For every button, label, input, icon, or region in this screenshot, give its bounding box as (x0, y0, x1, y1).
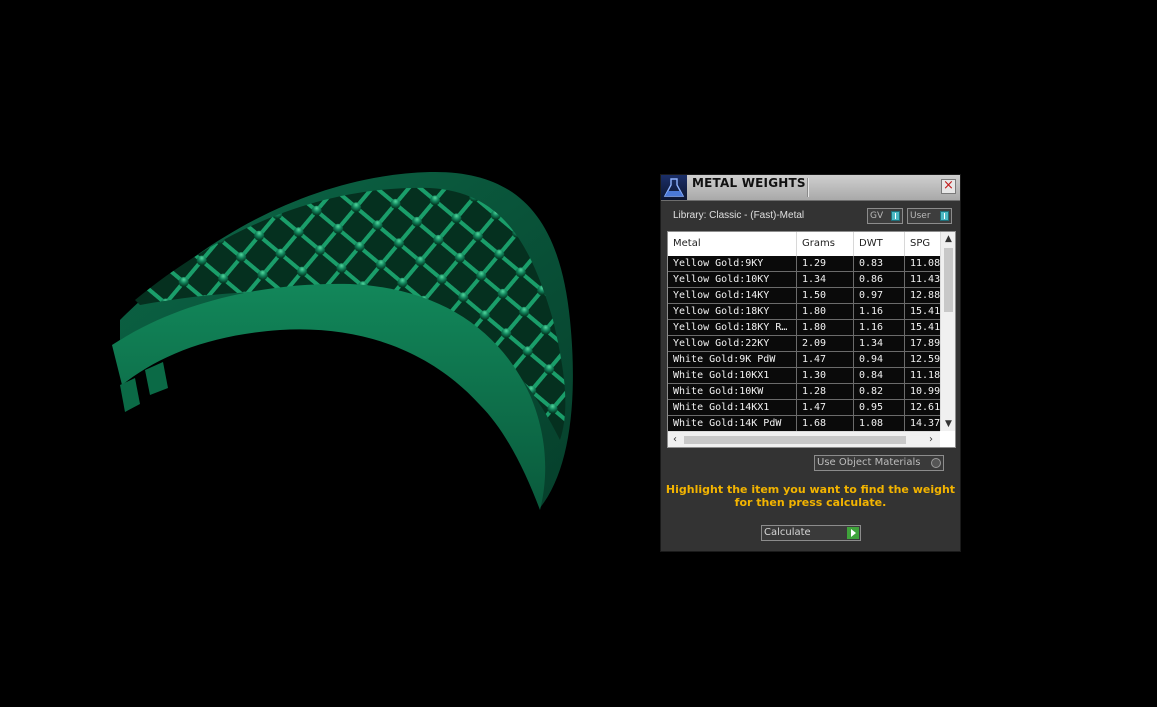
table-body: Yellow Gold:9KY 1.29 0.83 11.08 Yellow Gold… (668, 256, 940, 432)
cell-grams: 1.68 (797, 416, 854, 431)
cell-dwt: 0.95 (854, 400, 905, 415)
cell-grams: 1.47 (797, 400, 854, 415)
toggle-switch-icon (940, 211, 949, 221)
column-header-dwt[interactable]: DWT (854, 232, 905, 256)
table-row[interactable]: Yellow Gold:18KY R… 1.80 1.16 15.41 (668, 320, 940, 336)
cell-metal: Yellow Gold:10KY (668, 272, 797, 287)
3d-viewport[interactable] (0, 0, 1157, 707)
cell-dwt: 1.08 (854, 416, 905, 431)
cell-grams: 1.50 (797, 288, 854, 303)
table-row[interactable]: Yellow Gold:9KY 1.29 0.83 11.08 (668, 256, 940, 272)
cell-dwt: 1.16 (854, 304, 905, 319)
scroll-down-icon[interactable]: ▼ (941, 417, 955, 431)
metal-weights-panel: METAL WEIGHTS × Library: Classic - (Fast… (660, 174, 961, 552)
cell-grams: 1.30 (797, 368, 854, 383)
use-object-materials-option[interactable]: Use Object Materials (814, 455, 944, 471)
cell-metal: Yellow Gold:9KY (668, 256, 797, 271)
cell-dwt: 0.86 (854, 272, 905, 287)
cell-spg: 12.61 (910, 402, 940, 413)
cell-dwt: 1.34 (854, 336, 905, 351)
column-header-spg[interactable]: SPG (905, 232, 940, 256)
cell-grams: 1.80 (797, 320, 854, 335)
cell-metal: White Gold:14KX1 (668, 400, 797, 415)
cell-metal: White Gold:10KW (668, 384, 797, 399)
cell-metal: Yellow Gold:22KY (668, 336, 797, 351)
table-row[interactable]: White Gold:9K PdW 1.47 0.94 12.59 (668, 352, 940, 368)
cell-dwt: 0.94 (854, 352, 905, 367)
ring-model[interactable] (0, 0, 1157, 707)
table-header: Metal Grams DWT SPG (668, 232, 940, 256)
scroll-up-icon[interactable]: ▲ (941, 232, 955, 246)
table-row[interactable]: Yellow Gold:18KY 1.80 1.16 15.41 (668, 304, 940, 320)
horizontal-scroll-thumb[interactable] (684, 436, 906, 444)
panel-title: METAL WEIGHTS (692, 176, 806, 190)
cell-spg: 12.88 (910, 290, 940, 301)
library-label: Library: Classic - (Fast)-Metal (673, 210, 805, 221)
cell-grams: 2.09 (797, 336, 854, 351)
user-toggle[interactable]: User (907, 208, 952, 224)
gv-toggle[interactable]: GV (867, 208, 903, 224)
cell-grams: 1.34 (797, 272, 854, 287)
table-row[interactable]: Yellow Gold:22KY 2.09 1.34 17.89 (668, 336, 940, 352)
table-row[interactable]: White Gold:10KW 1.28 0.82 10.99 (668, 384, 940, 400)
cell-metal: White Gold:9K PdW (668, 352, 797, 367)
play-arrow-icon (847, 527, 859, 539)
gv-toggle-label: GV (870, 211, 884, 221)
metal-table[interactable]: Metal Grams DWT SPG Yellow Gold:9KY 1.29 0… (667, 231, 956, 448)
cell-metal: Yellow Gold:18KY (668, 304, 797, 319)
cell-grams: 1.80 (797, 304, 854, 319)
scroll-right-icon[interactable]: › (924, 432, 938, 447)
close-icon[interactable]: × (941, 179, 956, 194)
cell-grams: 1.29 (797, 256, 854, 271)
toggle-switch-icon (891, 211, 900, 221)
scroll-left-icon[interactable]: ‹ (668, 432, 682, 447)
flask-logo-icon (661, 175, 687, 200)
cell-dwt: 0.84 (854, 368, 905, 383)
cell-dwt: 0.97 (854, 288, 905, 303)
calculate-label: Calculate (764, 527, 811, 538)
table-row[interactable]: Yellow Gold:10KY 1.34 0.86 11.43 (668, 272, 940, 288)
cell-spg: 11.43 (910, 274, 940, 285)
cell-dwt: 1.16 (854, 320, 905, 335)
table-row[interactable]: White Gold:14KX1 1.47 0.95 12.61 (668, 400, 940, 416)
column-header-grams[interactable]: Grams (797, 232, 854, 256)
title-divider (807, 178, 809, 197)
horizontal-scrollbar[interactable]: ‹ › (668, 431, 940, 447)
radio-icon (931, 458, 941, 468)
cell-spg: 14.37 (910, 418, 940, 429)
cell-spg: 15.41 (910, 322, 940, 333)
user-toggle-label: User (910, 211, 931, 221)
vertical-scrollbar[interactable]: ▲ ▼ (940, 232, 955, 431)
table-row[interactable]: Yellow Gold:14KY 1.50 0.97 12.88 (668, 288, 940, 304)
cell-metal: White Gold:10KX1 (668, 368, 797, 383)
instruction-line-2: for then press calculate. (734, 496, 887, 509)
calculate-button[interactable]: Calculate (761, 525, 861, 541)
cell-metal: Yellow Gold:18KY R… (668, 320, 797, 335)
vertical-scroll-thumb[interactable] (944, 248, 953, 312)
panel-titlebar[interactable]: METAL WEIGHTS × (661, 175, 960, 201)
instruction-text: Highlight the item you want to find the … (661, 483, 960, 509)
cell-spg: 10.99 (910, 386, 940, 397)
use-object-materials-label: Use Object Materials (817, 457, 921, 468)
cell-spg: 11.18 (910, 370, 940, 381)
table-row[interactable]: White Gold:10KX1 1.30 0.84 11.18 (668, 368, 940, 384)
cell-metal: Yellow Gold:14KY (668, 288, 797, 303)
cell-grams: 1.28 (797, 384, 854, 399)
cell-spg: 15.41 (910, 306, 940, 317)
instruction-line-1: Highlight the item you want to find the … (665, 483, 956, 496)
cell-dwt: 0.82 (854, 384, 905, 399)
column-header-metal[interactable]: Metal (668, 232, 797, 256)
cell-grams: 1.47 (797, 352, 854, 367)
cell-metal: White Gold:14K PdW (668, 416, 797, 431)
scroll-corner (940, 431, 955, 447)
table-row[interactable]: White Gold:14K PdW 1.68 1.08 14.37 (668, 416, 940, 432)
cell-spg: 11.08 (910, 258, 940, 269)
cell-spg: 17.89 (910, 338, 940, 349)
cell-dwt: 0.83 (854, 256, 905, 271)
cell-spg: 12.59 (910, 354, 940, 365)
